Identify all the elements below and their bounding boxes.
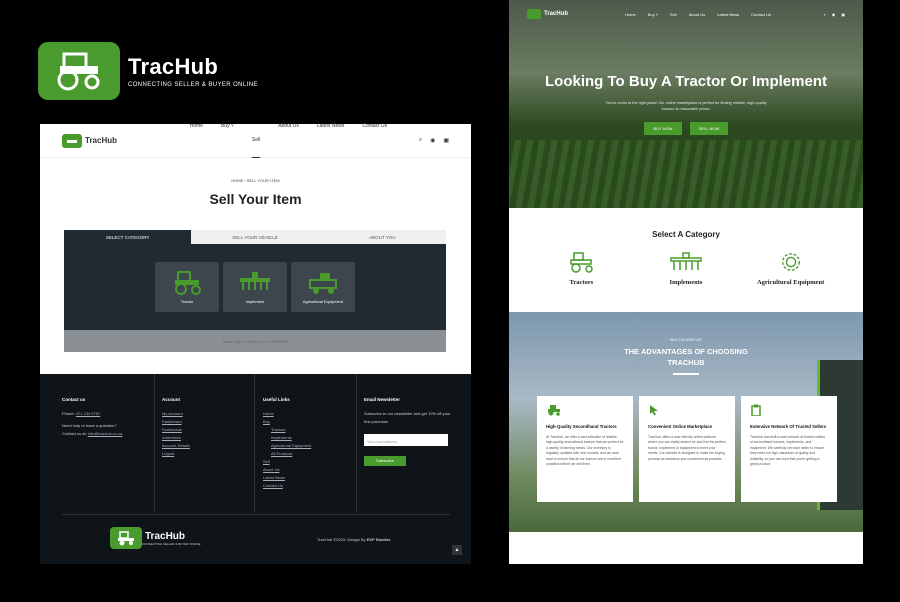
tab-select-category[interactable]: SELECT CATEGORY xyxy=(64,230,192,244)
home-page-mockup: TracHub Home Buy ˅ Sell About Us Latest … xyxy=(509,0,863,564)
category-agri-equipment[interactable]: Agricultural Equipment xyxy=(291,262,355,312)
tractor-icon xyxy=(110,527,142,549)
hero-title: Looking To Buy A Tractor Or Implement xyxy=(545,73,827,90)
implement-icon xyxy=(240,272,270,290)
footer-account: Account My Account Dashboard Downloads A… xyxy=(162,397,190,458)
nav-news[interactable]: Latest News xyxy=(317,123,345,158)
footer-logo[interactable]: TracHub CONNECTING SELLER & BUYER ONLINE xyxy=(110,527,201,549)
hero-section: TracHub Home Buy ˅ Sell About Us Latest … xyxy=(509,0,863,208)
advantage-card: Extensive Network Of Trusted Sellers Tra… xyxy=(741,396,837,502)
link-my-account[interactable]: My Account xyxy=(162,410,190,418)
implement-icon xyxy=(670,252,702,270)
advantage-card: Convenient Online Marketplace TracHub of… xyxy=(639,396,735,502)
trachub-logo: TracHub CONNECTING SELLER & BUYER ONLINE xyxy=(38,42,258,100)
tractor-icon xyxy=(38,42,120,100)
gear-icon xyxy=(781,253,800,271)
tractor-icon xyxy=(548,405,560,416)
link-implements[interactable]: Implements xyxy=(263,434,311,442)
category-panel: Tractor Implement Agricultural Equipment xyxy=(64,244,446,330)
link-all-products[interactable]: All Products xyxy=(263,450,311,458)
harvester-icon xyxy=(309,273,337,294)
tractor-icon xyxy=(570,252,594,273)
category-agri-equipment[interactable]: Agricultural Equipment xyxy=(741,251,841,286)
phone-link[interactable]: 071 234 5787 xyxy=(76,411,100,416)
nav-sell[interactable]: Sell xyxy=(251,137,261,158)
buy-now-button[interactable]: BUY NOW xyxy=(644,122,682,135)
nav-news[interactable]: Latest News xyxy=(717,12,739,17)
search-icon[interactable]: ⌕ xyxy=(419,137,422,144)
subscribe-button[interactable]: Subscribe xyxy=(364,456,406,466)
footer-useful-links: Useful Links Home Buy Tractors Implement… xyxy=(263,397,312,490)
select-category-section: Select A Category Tractors Implements Ag… xyxy=(509,208,863,312)
link-sell[interactable]: Sell xyxy=(263,458,311,466)
nav-about[interactable]: About Us xyxy=(278,123,299,158)
brand-name: TracHub xyxy=(128,54,219,79)
site-footer: Contact us Phone: 071 234 5787 Need help… xyxy=(40,374,471,564)
hero-subtitle: You've come to the right place! Our onli… xyxy=(605,101,767,111)
link-downloads[interactable]: Downloads xyxy=(162,426,190,434)
cursor-icon xyxy=(650,405,658,415)
section-kicker: WHY CHOOSE US? xyxy=(669,338,703,342)
brand-tagline: CONNECTING SELLER & BUYER ONLINE xyxy=(128,82,258,88)
crop-field xyxy=(509,140,863,208)
search-icon[interactable]: ⌕ xyxy=(823,12,825,17)
section-title: THE ADVANTAGES OF CHOOSING TRACHUB xyxy=(624,347,748,367)
newsletter-email-input[interactable]: Your email address xyxy=(364,434,448,446)
category-tractors[interactable]: Tractors xyxy=(531,251,631,286)
nav-contact[interactable]: Contact Us xyxy=(751,12,771,17)
category-tractor[interactable]: Tractor xyxy=(155,262,219,312)
nav-about[interactable]: About Us xyxy=(689,12,705,17)
copyright: TracHub ©2023. Design By EXP Studios xyxy=(317,537,391,542)
clipboard-icon xyxy=(751,404,761,417)
link-tractors[interactable]: Tractors xyxy=(263,426,311,434)
link-logout[interactable]: Logout xyxy=(162,450,190,458)
user-icon[interactable]: ◉ xyxy=(430,137,435,144)
breadcrumb: HOME / SELL YOUR ITEM xyxy=(231,178,280,183)
nav-sell[interactable]: Sell xyxy=(670,12,677,17)
next-section xyxy=(509,532,863,564)
page-title: Sell Your Item xyxy=(209,191,302,207)
tractor-icon xyxy=(175,271,201,295)
sell-now-button[interactable]: SELL NOW xyxy=(690,122,728,135)
nav-home[interactable]: Home xyxy=(190,123,203,158)
advantages-section: WHY CHOOSE US? THE ADVANTAGES OF CHOOSIN… xyxy=(509,312,863,532)
category-implements[interactable]: Implements xyxy=(636,251,736,286)
nav-logo[interactable]: TracHub xyxy=(62,133,158,148)
nav-home[interactable]: Home xyxy=(625,12,636,17)
nav-contact[interactable]: Contact Us xyxy=(362,123,387,158)
section-title: Select A Category xyxy=(652,230,720,239)
link-news[interactable]: Latest News xyxy=(263,474,311,482)
link-buy[interactable]: Buy xyxy=(263,418,311,426)
advantage-card: High-Quality Secondhand Tractors At Trac… xyxy=(537,396,633,502)
footer-newsletter: Email Newsletter Subscribe to our newsle… xyxy=(364,396,452,466)
step-tabs: SELECT CATEGORY SELL YOUR VEHICLE ABOUT … xyxy=(64,230,446,244)
nav-logo[interactable]: TracHub xyxy=(527,9,607,19)
link-dashboard[interactable]: Dashboard xyxy=(162,418,190,426)
link-about[interactable]: About Us xyxy=(263,466,311,474)
link-account-details[interactable]: Account Details xyxy=(162,442,190,450)
category-implement[interactable]: Implement xyxy=(223,262,287,312)
link-contact[interactable]: Contact Us xyxy=(263,482,311,490)
tab-sell-vehicle[interactable]: SELL YOUR VEHICLE xyxy=(191,230,319,244)
link-addresses[interactable]: Addresses xyxy=(162,434,190,442)
link-home[interactable]: Home xyxy=(263,410,311,418)
cart-icon[interactable]: ▣ xyxy=(841,12,845,17)
nav-buy[interactable]: Buy ˅ xyxy=(648,12,658,17)
top-nav: TracHub Home Buy ˅ Sell About Us Latest … xyxy=(40,123,471,158)
tab-about-you[interactable]: ABOUT YOU xyxy=(318,230,446,244)
user-icon[interactable]: ◉ xyxy=(832,12,836,17)
hero-nav: TracHub Home Buy ˅ Sell About Us Latest … xyxy=(509,0,863,28)
help-line: Need Help? Call us on: 0712345678 xyxy=(64,330,446,352)
nav-buy[interactable]: Buy ˅ xyxy=(221,123,234,158)
sell-page-mockup: TracHub Home Buy ˅ Sell About Us Latest … xyxy=(40,123,471,564)
link-agri-equipment[interactable]: Agricultural Equipment xyxy=(263,442,311,450)
scroll-top-button[interactable]: ▲ xyxy=(452,545,462,555)
email-link[interactable]: info@trachub.co.za xyxy=(88,431,123,436)
cart-icon[interactable]: ▣ xyxy=(443,137,449,144)
footer-contact: Contact us Phone: 071 234 5787 Need help… xyxy=(62,397,123,436)
